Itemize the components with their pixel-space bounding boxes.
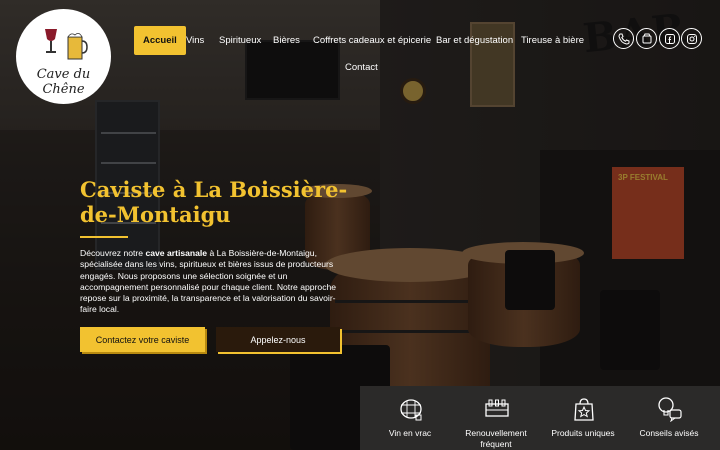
untappd-icon[interactable]	[636, 28, 657, 49]
facebook-icon[interactable]	[659, 28, 680, 49]
nav-item-tireuse[interactable]: Tireuse à bière	[521, 35, 584, 46]
feature-label: Vin en vrac	[388, 428, 432, 438]
instagram-icon[interactable]	[681, 28, 702, 49]
features-strip: Vin en vrac Renouvellement fréquent Prod…	[360, 386, 720, 450]
feature-label: Conseils avisés	[639, 428, 699, 438]
feature-label: Renouvellement fréquent	[465, 428, 527, 449]
nav-item-bieres[interactable]: Bières	[273, 35, 300, 46]
hero-text-bold: cave artisanale	[145, 248, 208, 258]
star-bag-icon	[574, 398, 594, 421]
nav-item-vins[interactable]: Vins	[186, 35, 204, 46]
feature-conseils-avises: Conseils avisés	[624, 386, 714, 450]
hero-description: Découvrez notre cave artisanale à La Boi…	[80, 248, 342, 316]
logo[interactable]: Cave du Chêne	[16, 9, 111, 104]
feature-vin-en-vrac: Vin en vrac	[365, 386, 455, 450]
nav-item-accueil[interactable]: Accueil	[134, 26, 186, 55]
nav-item-contact[interactable]: Contact	[345, 62, 378, 73]
nav-item-spiritueux[interactable]: Spiritueux	[219, 35, 261, 46]
feature-label: Produits uniques	[551, 428, 615, 438]
barrel-icon	[400, 399, 422, 421]
bottles-crate-icon	[485, 399, 509, 417]
advice-bubble-icon	[658, 397, 682, 422]
hero-title: Caviste à La Boissière-de-Montaigu	[80, 177, 348, 227]
beer-mug-icon	[67, 33, 88, 60]
main-nav: Accueil Vins Spiritueux Bières Coffrets …	[130, 26, 590, 80]
nav-item-coffrets[interactable]: Coffrets cadeaux et épicerie	[313, 35, 431, 46]
feature-renouvellement: Renouvellement fréquent	[451, 386, 541, 450]
contact-caviste-button[interactable]: Contactez votre caviste	[80, 327, 205, 352]
wine-glass-icon	[45, 29, 57, 53]
hero-divider	[80, 236, 128, 238]
brand-name: Cave du Chêne	[36, 67, 91, 97]
hero-text-start: Découvrez notre	[80, 248, 146, 258]
call-us-button[interactable]: Appelez-nous	[216, 327, 340, 352]
phone-icon[interactable]	[613, 28, 634, 49]
nav-item-bar-degustation[interactable]: Bar et dégustation	[436, 35, 513, 46]
feature-produits-uniques: Produits uniques	[538, 386, 628, 450]
